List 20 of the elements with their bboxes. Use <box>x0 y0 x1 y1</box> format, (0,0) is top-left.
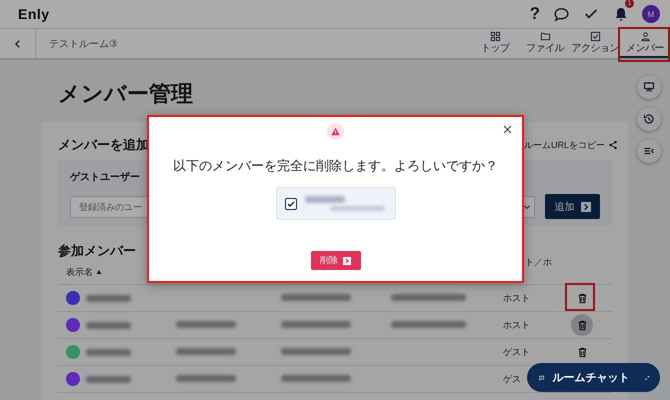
nav-tab[interactable]: トップ <box>470 29 520 58</box>
page-title: メンバー管理 <box>58 80 194 108</box>
nav-tab[interactable]: ファイル <box>520 29 570 58</box>
member-role: ホスト <box>503 320 530 330</box>
room-title: テストルーム③ <box>49 38 118 50</box>
nav-tab[interactable]: メンバー <box>620 29 670 58</box>
add-button[interactable]: 追加 <box>545 194 600 219</box>
copy-url-link[interactable]: ルームURLをコピー <box>524 138 618 152</box>
member-role: ゲスト <box>503 346 530 356</box>
dialog-message: 以下のメンバーを完全に削除します。よろしいですか？ <box>173 157 498 175</box>
app-logo[interactable]: Enly <box>18 6 50 22</box>
column-header[interactable]: ト／ホ <box>525 256 552 269</box>
room-chat-button[interactable]: ルームチャット <box>527 363 660 392</box>
delete-button[interactable]: 削除 <box>310 251 360 270</box>
member-role: ゲス <box>503 374 521 384</box>
member-role: ホスト <box>503 292 530 302</box>
help-button[interactable]: ? <box>530 5 540 23</box>
column-header[interactable]: 表示名 <box>58 266 102 278</box>
panel-title: ゲストユーザー <box>70 170 141 184</box>
user-avatar[interactable]: M <box>642 5 660 23</box>
